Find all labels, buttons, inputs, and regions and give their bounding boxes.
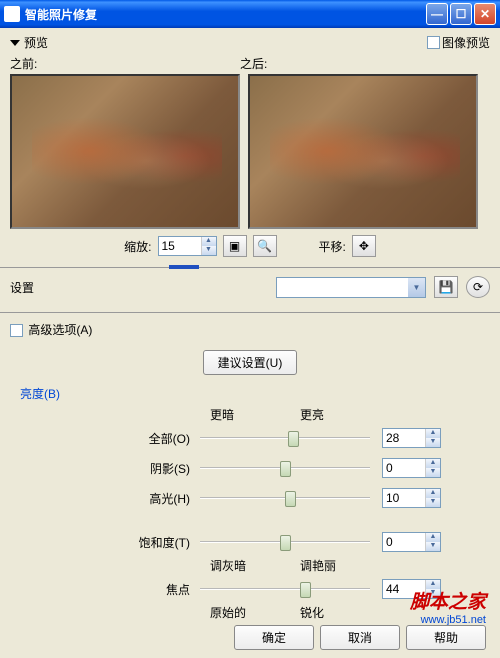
brightness-value[interactable] [383,429,425,447]
zoom-label: 缩放: [124,238,151,255]
saturation-slider[interactable] [200,532,370,552]
after-image [248,74,478,229]
reset-settings-button[interactable]: ⟳ [466,276,490,298]
minimize-button[interactable]: — [426,3,448,25]
brightness-value[interactable] [383,489,425,507]
after-label: 之后: [240,55,470,72]
watermark: 脚本之家 www.jb51.net [410,587,486,626]
zoom-actual-button[interactable]: 🔍 [253,235,277,257]
advanced-checkbox[interactable] [10,324,23,337]
fit-window-button[interactable]: ▣ [223,235,247,257]
help-button[interactable]: 帮助 [406,625,486,650]
pan-label: 平移: [319,238,346,255]
original-label: 原始的 [210,604,300,621]
preview-label: 预览 [24,34,48,51]
lighter-label: 更亮 [300,406,324,423]
brightness-spinner[interactable]: ▲▼ [382,458,441,478]
brightness-row-label: 全部(O) [20,430,200,447]
fit-icon: ▣ [229,239,240,253]
close-button[interactable]: ✕ [474,3,496,25]
saturation-label: 饱和度(T) [20,534,200,551]
sharp-label: 锐化 [300,604,324,621]
settings-combo[interactable]: ▼ [276,277,426,298]
zoom-input[interactable] [159,237,201,255]
brightness-group: 亮度(B) 更暗 更亮 全部(O) ▲▼ 阴影(S) ▲▼ 高光(H) ▲▼ [20,385,480,513]
spin-up-icon[interactable]: ▲ [202,237,216,246]
brightness-row-label: 高光(H) [20,490,200,507]
before-label: 之前: [10,55,240,72]
save-settings-button[interactable]: 💾 [434,276,458,298]
brightness-spinner[interactable]: ▲▼ [382,428,441,448]
brightness-row-label: 阴影(S) [20,460,200,477]
brightness-spinner[interactable]: ▲▼ [382,488,441,508]
suggest-settings-button[interactable]: 建议设置(U) [203,350,298,375]
brightness-title: 亮度(B) [20,385,480,402]
chevron-down-icon[interactable]: ▼ [408,278,425,297]
maximize-button[interactable]: ☐ [450,3,472,25]
vivid-label: 调艳丽 [300,557,336,574]
cancel-button[interactable]: 取消 [320,625,400,650]
zoom-spinner[interactable]: ▲▼ [158,236,217,256]
saturation-value[interactable] [383,533,425,551]
reset-icon: ⟳ [473,280,483,294]
dull-label: 调灰暗 [210,557,300,574]
image-preview-label: 图像预览 [442,34,490,51]
titlebar: 智能照片修复 — ☐ ✕ [0,0,500,28]
collapse-icon[interactable] [10,40,20,46]
window-title: 智能照片修复 [25,6,426,23]
pan-icon: ✥ [359,239,369,253]
ok-button[interactable]: 确定 [234,625,314,650]
saturation-spinner[interactable]: ▲▼ [382,532,441,552]
settings-label: 设置 [10,279,34,296]
advanced-label: 高级选项(A) [28,323,92,337]
app-icon [4,6,20,22]
brightness-slider[interactable] [200,488,370,508]
pan-button[interactable]: ✥ [352,235,376,257]
darker-label: 更暗 [210,406,300,423]
brightness-slider[interactable] [200,458,370,478]
spin-down-icon[interactable]: ▼ [202,246,216,255]
save-icon: 💾 [439,280,454,294]
focus-slider[interactable] [200,579,370,599]
brightness-value[interactable] [383,459,425,477]
focus-label: 焦点 [20,581,200,598]
before-image [10,74,240,229]
brightness-slider[interactable] [200,428,370,448]
image-preview-checkbox[interactable] [427,36,440,49]
magnifier-icon: 🔍 [257,239,272,253]
zoom-progress [169,265,199,269]
